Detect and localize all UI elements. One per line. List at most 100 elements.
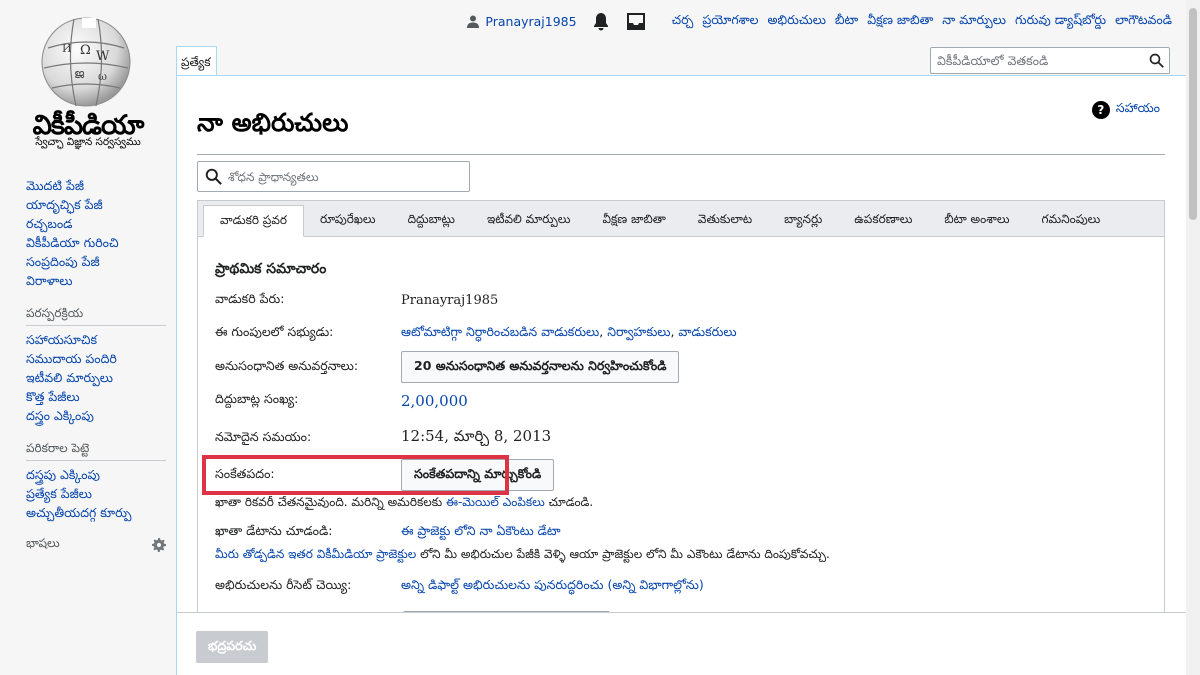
preferences-search-box bbox=[197, 161, 470, 192]
globe-puzzle-icon: Ω W И ജ ω bbox=[41, 17, 131, 107]
page-title: నా అభిరుచులు bbox=[197, 108, 1165, 155]
svg-text:ω: ω bbox=[98, 70, 107, 83]
user-link[interactable]: Pranayraj1985 bbox=[467, 14, 577, 29]
account-data-link[interactable]: ఈ ప్రాజెక్టు లోని నా ఏకౌంటు డేటా bbox=[401, 523, 561, 542]
preferences-search-input[interactable] bbox=[228, 162, 469, 191]
tab-gadgets[interactable]: ఉపకరణాలు bbox=[838, 205, 928, 236]
highlight-annotation-box bbox=[202, 455, 509, 495]
manage-connected-apps-button[interactable]: 20 అనుసంధానిత అనువర్తనాలను నిర్వహించుకోం… bbox=[401, 351, 680, 383]
tab-user-profile[interactable]: వాడుకరి ప్రవర bbox=[203, 205, 304, 237]
groups-row: ఈ గుంపులలో సభ్యుడు: ఆటోమాటిగ్గా నిర్ధారి… bbox=[215, 324, 737, 343]
sidebar-item-new-pages[interactable]: కొత్త పేజీలు bbox=[26, 387, 166, 406]
username-link[interactable]: Pranayraj1985 bbox=[485, 14, 576, 29]
other-projects-link[interactable]: మీరు తోడ్పడిన ఇతర వికీమీడియా ప్రాజెక్టుల bbox=[215, 547, 416, 561]
global-account-note-text: లోని మీ అభిరుచుల పేజీకి వెళ్ళి ఆయా ప్రాజ… bbox=[420, 547, 830, 561]
username-label: వాడుకరి పేరు: bbox=[215, 291, 285, 306]
wikipedia-tagline: స్వేచ్ఛా విజ్ఞాన సర్వస్వము bbox=[35, 136, 141, 148]
registration-row: నమోదైన సమయం: 12:54, మార్చి 8, 2013 bbox=[215, 427, 551, 449]
tab-search[interactable]: వెతుకులాట bbox=[682, 205, 768, 236]
svg-text:W: W bbox=[96, 49, 110, 64]
sidebar-item-about[interactable]: వికీపీడియా గురించి bbox=[26, 233, 166, 252]
sidebar-item-printable-version[interactable]: అచ్చుతీయదగ్గ కూర్పు bbox=[26, 503, 166, 522]
sidebar-item-help[interactable]: సహాయసూచిక bbox=[26, 330, 166, 349]
contributions-link[interactable]: నా మార్పులు bbox=[942, 12, 1006, 31]
edit-count-label: దిద్దుబాట్ల సంఖ్య: bbox=[215, 391, 299, 406]
inbox-icon[interactable] bbox=[626, 13, 645, 30]
save-button[interactable]: భద్రపరచు bbox=[196, 631, 269, 663]
restore-defaults-link[interactable]: అన్ని డిఫాల్ట్ అభిరుచులను పునరుద్ధరించు … bbox=[401, 577, 704, 596]
sidebar-item-community-portal[interactable]: సముదాయ పందిరి bbox=[26, 349, 166, 368]
sidebar-tools: పరికరాల పెట్టె దస్త్రపు ఎక్కింపు ప్రత్యే… bbox=[26, 439, 166, 522]
user-icon bbox=[467, 15, 480, 28]
recovery-note: ఖాతా రికవరీ చేతనమైవుంది. మరిన్ని అమరికలక… bbox=[215, 495, 593, 512]
sidebar-item-donate[interactable]: విరాళాలు bbox=[26, 271, 166, 290]
preferences-tabs: వాడుకరి ప్రవర రూపురేఖలు దిద్దుబాట్లు ఇటీ… bbox=[198, 201, 1164, 237]
preferences-link[interactable]: అభిరుచులు bbox=[768, 12, 826, 31]
username-value: Pranayraj1985 bbox=[401, 293, 499, 308]
page-scrollbar[interactable] bbox=[1186, 0, 1200, 675]
logout-link[interactable]: లాగౌటవండి bbox=[1115, 12, 1172, 31]
sidebar-item-main-page[interactable]: మొదటి పేజీ bbox=[26, 176, 166, 195]
global-account-note: మీరు తోడ్పడిన ఇతర వికీమీడియా ప్రాజెక్టుల… bbox=[215, 547, 830, 564]
beta-link[interactable]: బీటా bbox=[835, 12, 858, 31]
sandbox-link[interactable]: ప్రయోగశాల bbox=[702, 12, 758, 31]
wiki-search-input[interactable] bbox=[931, 48, 1143, 73]
tab-beta-features[interactable]: బీటా అంశాలు bbox=[928, 205, 1025, 236]
group-link-users[interactable]: వాడుకరులు bbox=[678, 324, 736, 339]
sidebar-navigation: మొదటి పేజీ యాదృచ్ఛిక పేజీ రచ్చబండ వికీపీ… bbox=[26, 176, 166, 290]
connected-apps-label: అనుసంధానిత అనువర్తనాలు: bbox=[215, 357, 359, 373]
gear-icon[interactable] bbox=[152, 537, 166, 552]
wikipedia-logo[interactable]: Ω W И ജ ω వికీపీడియా స్వేచ్ఛా విజ్ఞాన సర… bbox=[0, 0, 176, 160]
basic-info-heading: ప్రాథమిక సమాచారం bbox=[215, 261, 327, 277]
username-row: వాడుకరి పేరు: Pranayraj1985 bbox=[215, 291, 498, 310]
sidebar-heading-interaction: పరస్పరక్రియ bbox=[26, 304, 166, 326]
groups-value: ఆటోమాటిగ్గా నిర్ధారించబడిన వాడుకరులు, ని… bbox=[401, 324, 737, 339]
personal-toolbar: Pranayraj1985 చర్చ ప్రయోగశాల అభిరుచులు బ… bbox=[467, 12, 1172, 31]
sidebar: మొదటి పేజీ యాదృచ్ఛిక పేజీ రచ్చబండ వికీపీ… bbox=[26, 176, 166, 553]
search-icon[interactable] bbox=[1143, 53, 1169, 68]
edit-count-row: దిద్దుబాట్ల సంఖ్య: 2,00,000 bbox=[215, 391, 468, 410]
group-link-autoconfirmed[interactable]: ఆటోమాటిగ్గా నిర్ధారించబడిన వాడుకరులు bbox=[401, 324, 599, 339]
registration-value: 12:54, మార్చి 8, 2013 bbox=[401, 427, 552, 445]
scrollbar-thumb[interactable] bbox=[1189, 8, 1197, 220]
account-data-row: ఖాతా డేటాను చూడండి: ఈ ప్రాజెక్టు లోని నా… bbox=[215, 523, 561, 542]
sidebar-item-recent-changes[interactable]: ఇటీవలి మార్పులు bbox=[26, 368, 166, 387]
tab-recent-changes[interactable]: ఇటీవలి మార్పులు bbox=[471, 205, 587, 236]
svg-text:Ω: Ω bbox=[80, 43, 91, 58]
save-bar: భద్రపరచు bbox=[177, 612, 1186, 675]
sidebar-item-random-page[interactable]: యాదృచ్ఛిక పేజీ bbox=[26, 195, 166, 214]
tab-editing[interactable]: దిద్దుబాట్లు bbox=[392, 205, 471, 236]
account-data-label: ఖాతా డేటాను చూడండి: bbox=[215, 523, 333, 538]
sidebar-item-file-upload[interactable]: దస్త్రం ఎక్కింపు bbox=[26, 406, 166, 425]
svg-text:ജ: ജ bbox=[74, 67, 85, 81]
group-link-sysop[interactable]: నిర్వాహకులు bbox=[607, 324, 670, 339]
recovery-note-prefix: ఖాతా రికవరీ చేతనమైవుంది. మరిన్ని అమరికలక… bbox=[215, 495, 443, 509]
sidebar-item-village-pump[interactable]: రచ్చబండ bbox=[26, 214, 166, 233]
registration-label: నమోదైన సమయం: bbox=[215, 428, 312, 444]
wiki-search-box bbox=[930, 47, 1170, 74]
watchlist-link[interactable]: వీక్షణ జాబితా bbox=[867, 12, 933, 31]
mentor-dashboard-link[interactable]: గురువు డ్యాష్‌బోర్డు bbox=[1015, 12, 1106, 31]
edit-count-link[interactable]: 2,00,000 bbox=[401, 392, 468, 410]
search-icon bbox=[198, 168, 228, 185]
reset-label: అభిరుచులను రీసెట్ చెయ్యి: bbox=[215, 577, 352, 592]
recovery-note-suffix: చూడండి. bbox=[548, 495, 594, 509]
notifications-bell-icon[interactable] bbox=[593, 12, 609, 31]
talk-link[interactable]: చర్చ bbox=[672, 12, 694, 31]
tab-notifications[interactable]: గమనింపులు bbox=[1026, 205, 1117, 236]
email-options-link[interactable]: ఈ-మెయిల్ ఎంపికలు bbox=[446, 495, 545, 509]
reset-row: అభిరుచులను రీసెట్ చెయ్యి: అన్ని డిఫాల్ట్… bbox=[215, 577, 704, 596]
sidebar-item-contact[interactable]: సంప్రదింపు పేజీ bbox=[26, 252, 166, 271]
tab-watchlist[interactable]: వీక్షణ జాబితా bbox=[586, 205, 681, 236]
groups-label: ఈ గుంపులలో సభ్యుడు: bbox=[215, 324, 334, 339]
sidebar-languages: భాషలు bbox=[26, 536, 166, 553]
tab-banners[interactable]: బ్యానర్లు bbox=[768, 205, 838, 236]
sidebar-heading-tools: పరికరాల పెట్టె bbox=[26, 439, 166, 461]
sidebar-item-special-pages[interactable]: ప్రత్యేక పేజీలు bbox=[26, 484, 166, 503]
tab-special[interactable]: ప్రత్యేక bbox=[176, 46, 217, 76]
sidebar-item-upload-file[interactable]: దస్త్రపు ఎక్కింపు bbox=[26, 465, 166, 484]
sidebar-languages-label: భాషలు bbox=[26, 536, 60, 550]
tab-appearance[interactable]: రూపురేఖలు bbox=[304, 205, 392, 236]
sidebar-interaction: పరస్పరక్రియ సహాయసూచిక సముదాయ పందిరి ఇటీవ… bbox=[26, 304, 166, 425]
main-content: ? సహాయం నా అభిరుచులు వాడుకరి ప్రవర రూపుర… bbox=[176, 75, 1186, 675]
